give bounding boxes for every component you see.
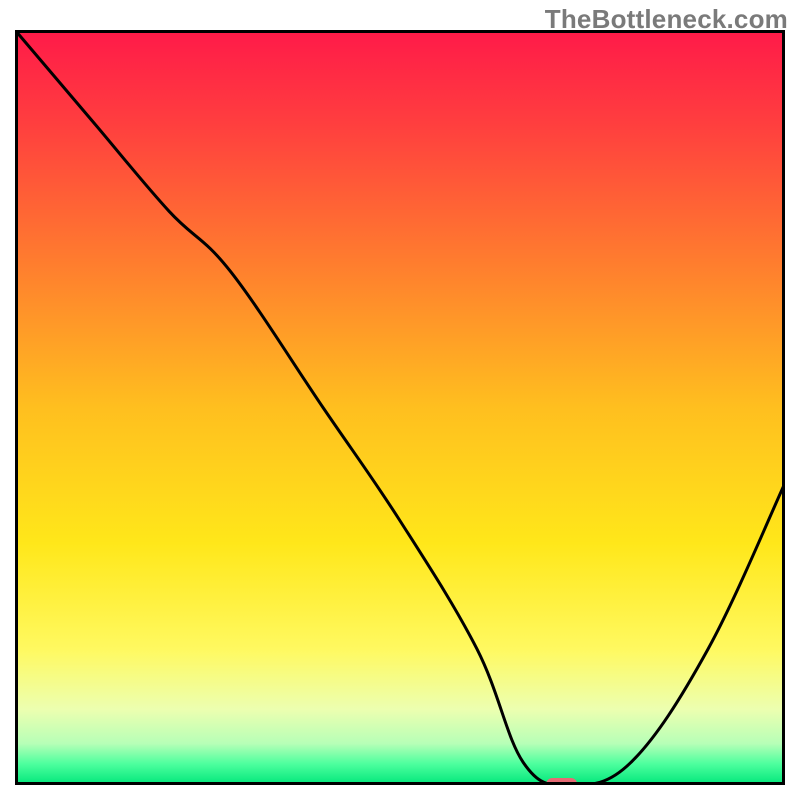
gradient-background bbox=[15, 30, 785, 785]
chart-plot-area bbox=[15, 30, 785, 785]
chart-stage: TheBottleneck.com bbox=[0, 0, 800, 800]
bottleneck-chart bbox=[15, 30, 785, 785]
